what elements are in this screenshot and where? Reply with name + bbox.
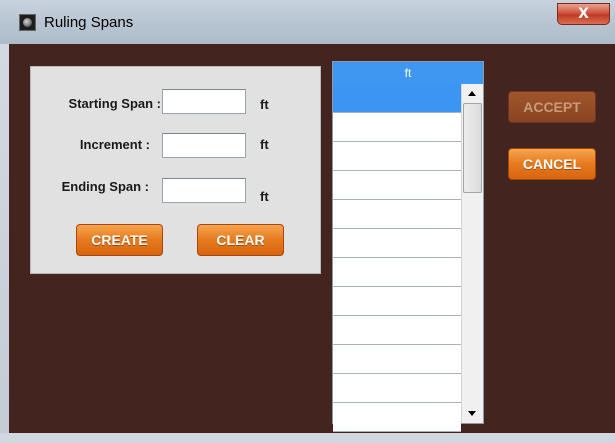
list-item[interactable]: [333, 316, 461, 345]
create-button[interactable]: CREATE: [76, 224, 163, 256]
starting-span-input[interactable]: [162, 89, 246, 114]
window-bottom-border: [0, 433, 615, 443]
list-item[interactable]: [333, 287, 461, 316]
app-icon: [19, 14, 36, 31]
list-item[interactable]: [333, 113, 461, 142]
accept-button[interactable]: ACCEPT: [508, 91, 596, 123]
list-item[interactable]: [333, 374, 461, 403]
list-item[interactable]: [333, 345, 461, 374]
list-item[interactable]: [333, 258, 461, 287]
close-button[interactable]: X: [557, 3, 610, 25]
starting-span-unit: ft: [260, 97, 269, 112]
list-item[interactable]: [333, 171, 461, 200]
list-item[interactable]: [333, 84, 461, 113]
span-input-panel: Starting Span : ft Increment : ft Ending…: [30, 66, 321, 274]
scroll-thumb[interactable]: [463, 103, 482, 193]
title-bar[interactable]: Ruling Spans X: [0, 0, 615, 44]
ending-span-unit: ft: [260, 189, 269, 204]
list-item[interactable]: [333, 142, 461, 171]
increment-input[interactable]: [162, 133, 246, 158]
window-title: Ruling Spans: [44, 14, 134, 31]
increment-label: Increment :: [79, 137, 150, 152]
scroll-down-icon[interactable]: [463, 405, 482, 422]
list-item[interactable]: [333, 403, 461, 432]
list-scrollbar[interactable]: [461, 84, 483, 423]
scroll-up-icon[interactable]: [463, 85, 482, 102]
ending-span-input[interactable]: [162, 178, 246, 203]
clear-button[interactable]: CLEAR: [197, 224, 284, 256]
cancel-button[interactable]: CANCEL: [508, 148, 596, 180]
ruling-spans-window: Ruling Spans X Starting Span : ft Increm…: [0, 0, 615, 443]
starting-span-label: Starting Span :: [68, 96, 161, 111]
list-rows: [333, 84, 461, 432]
ending-span-label: Ending Span :: [61, 179, 149, 194]
list-item[interactable]: [333, 229, 461, 258]
list-item[interactable]: [333, 200, 461, 229]
increment-unit: ft: [260, 137, 269, 152]
spans-list[interactable]: ft: [332, 61, 484, 432]
list-header-ft[interactable]: ft: [333, 62, 483, 84]
